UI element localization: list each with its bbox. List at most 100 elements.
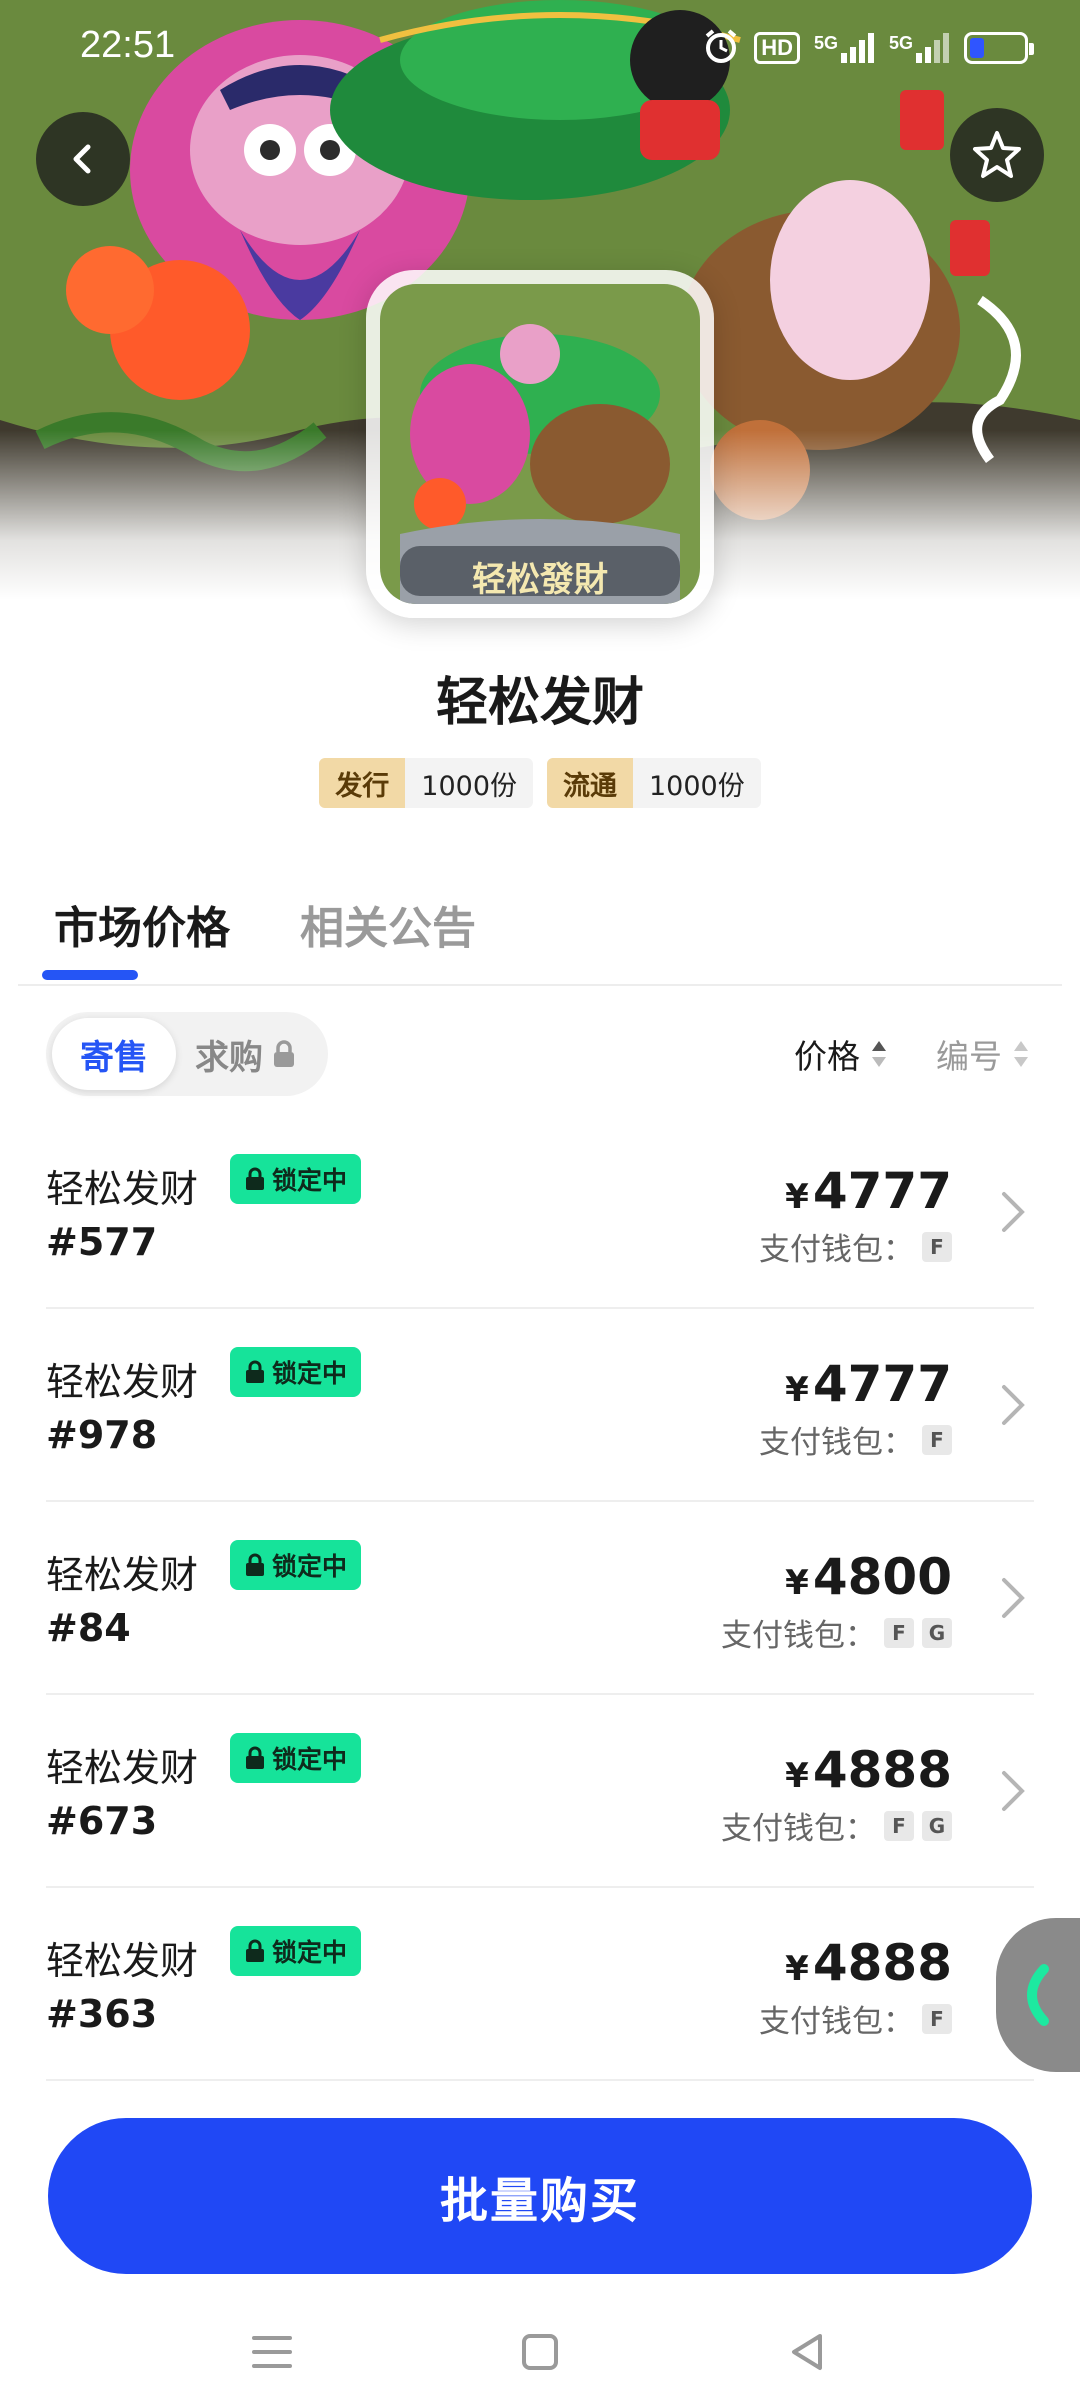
item-serial: #577 [46,1220,158,1264]
payment-wallets: 支付钱包： F G [721,1803,952,1848]
assistant-icon [1027,1964,1049,2026]
sort-price-label: 价格 [794,1037,860,1076]
5g-signal-icon: 5G [889,33,950,63]
wallet-badge: F [884,1617,914,1648]
chevron-right-icon [1002,1578,1025,1618]
divider [46,2079,1034,2081]
chevron-right-icon [1002,1771,1025,1811]
chevron-right-icon [1002,1192,1025,1232]
segment-want-to-buy-label: 求购 [195,1037,263,1078]
locked-badge-label: 锁定中 [272,1552,348,1581]
sort-number-label: 编号 [936,1037,1002,1076]
sort-by-price[interactable]: 价格 [794,1030,888,1078]
favorite-button[interactable] [950,108,1044,202]
price-value: 4800 [812,1548,952,1606]
item-price: ¥ 4777 [785,1355,952,1413]
item-name: 轻松发财 [46,1553,199,1597]
item-price: ¥ 4800 [785,1548,952,1606]
back-button[interactable] [36,112,130,206]
wallet-badge: F [922,2003,952,2034]
wallet-badge: G [922,1617,952,1648]
lock-icon [246,1553,264,1576]
lock-icon [246,1746,264,1769]
chevron-left-icon [73,144,91,174]
locked-badge: 锁定中 [230,1154,362,1204]
locked-badge-label: 锁定中 [272,1166,348,1195]
currency-symbol: ¥ [785,1177,809,1217]
item-name: 轻松发财 [46,1939,199,1983]
cover-image: 轻松發財 [380,284,700,604]
currency-symbol: ¥ [785,1949,809,1989]
price-value: 4888 [812,1934,952,1992]
payment-wallets: 支付钱包： F G [721,1610,952,1655]
lock-icon [274,1040,294,1067]
tab-active-indicator [42,970,138,980]
wallet-badge: F [922,1231,952,1262]
floating-assistant-button[interactable] [996,1918,1080,2072]
locked-badge-label: 锁定中 [272,1745,348,1774]
wallet-label: 支付钱包： [759,1232,914,1268]
back-nav-icon[interactable] [778,2322,838,2382]
collection-title: 轻松发财 [435,673,644,733]
circulation-value: 1000份 [633,758,761,808]
list-item[interactable]: 轻松发财 锁定中 #978 ¥ 4777 支付钱包： F [0,1309,1080,1502]
item-price: ¥ 4888 [785,1934,952,1992]
status-icons: HD 5G 5G [702,26,1034,70]
payment-wallets: 支付钱包： F [759,1224,952,1269]
list-item[interactable]: 轻松发财 锁定中 #363 ¥ 4888 支付钱包： F [0,1888,1080,2081]
collection-cover: 轻松發財 [366,270,714,618]
home-icon[interactable] [510,2322,570,2382]
list-item[interactable]: 轻松发财 锁定中 #84 ¥ 4800 支付钱包： F G [0,1502,1080,1695]
payment-wallets: 支付钱包： F [759,1417,952,1462]
tab-market-price[interactable]: 市场价格 [54,892,230,974]
chevron-right-icon [1002,1385,1025,1425]
locked-badge: 锁定中 [230,1926,362,1976]
listing-list: 轻松发财 锁定中 #577 ¥ 4777 支付钱包： F 轻松发财 锁定中 #9… [0,1116,1080,2081]
issue-label: 发行 [319,758,406,808]
price-value: 4888 [812,1741,952,1799]
segment-want-to-buy[interactable]: 求购 [176,1018,316,1090]
item-serial: #84 [46,1606,131,1650]
sort-arrows-icon [872,1041,886,1067]
bulk-buy-button[interactable]: 批量购买 [48,2118,1032,2274]
segment-consign[interactable]: 寄售 [52,1018,176,1090]
star-icon [973,131,1021,178]
wallet-label: 支付钱包： [759,1425,914,1461]
status-bar: 22:51 HD 5G 5G [0,0,1080,96]
divider [18,984,1062,986]
wallet-badge: F [922,1424,952,1455]
sort-by-number[interactable]: 编号 [936,1030,1030,1078]
issue-value: 1000份 [405,758,533,808]
lock-icon [246,1360,264,1383]
tab-bar: 市场价格 相关公告 [54,892,476,974]
status-time: 22:51 [80,24,176,66]
cover-banner-text: 轻松發財 [472,560,608,600]
system-nav-bar [0,2300,1080,2408]
wallet-label: 支付钱包： [759,2004,914,2040]
locked-badge-label: 锁定中 [272,1359,348,1388]
price-value: 4777 [812,1355,952,1413]
hd-icon: HD [754,32,800,64]
item-serial: #673 [46,1799,158,1843]
tab-announcements[interactable]: 相关公告 [300,892,476,974]
locked-badge-label: 锁定中 [272,1938,348,1967]
locked-badge: 锁定中 [230,1540,362,1590]
wallet-label: 支付钱包： [721,1618,876,1654]
item-serial: #363 [46,1992,158,2036]
sort-arrows-icon [1014,1041,1028,1067]
5g-signal-icon: 5G [814,33,875,63]
currency-symbol: ¥ [785,1563,809,1603]
wallet-badge: G [922,1810,952,1841]
locked-badge: 锁定中 [230,1733,362,1783]
item-name: 轻松发财 [46,1360,199,1404]
price-value: 4777 [812,1162,952,1220]
alarm-icon [702,27,740,69]
list-item[interactable]: 轻松发财 锁定中 #577 ¥ 4777 支付钱包： F [0,1116,1080,1309]
menu-icon[interactable] [242,2322,302,2382]
item-price: ¥ 4777 [785,1162,952,1220]
5g-label: 5G [888,33,913,53]
issue-tag: 发行 1000份 [319,758,533,808]
battery-icon [964,32,1034,64]
list-item[interactable]: 轻松发财 锁定中 #673 ¥ 4888 支付钱包： F G [0,1695,1080,1888]
payment-wallets: 支付钱包： F [759,1996,952,2041]
